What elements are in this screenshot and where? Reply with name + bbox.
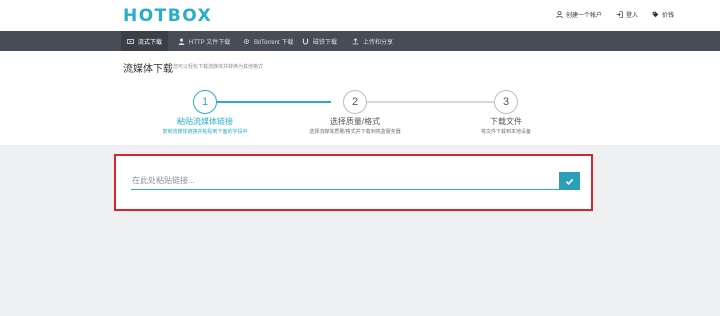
step-1-desc: 复制流媒体链接并粘贴到下面的字段中 bbox=[162, 129, 248, 135]
login-link[interactable]: 登入 bbox=[616, 10, 638, 19]
create-account-link[interactable]: 创建一个帐户 bbox=[556, 10, 602, 19]
hotbox-logo[interactable]: HOTBOX bbox=[123, 6, 212, 26]
site-header: HOTBOX 创建一个帐户 登入 价钱 bbox=[0, 0, 720, 31]
step-2-circle: 2 bbox=[343, 90, 367, 114]
user-icon bbox=[178, 38, 185, 45]
cog-icon bbox=[243, 38, 250, 44]
nav-upload-share[interactable]: 上传和分享 bbox=[346, 31, 399, 51]
stream-icon bbox=[127, 38, 134, 44]
step-3-desc: 将文件下载到本地设备 bbox=[480, 129, 531, 135]
login-label: 登入 bbox=[626, 13, 639, 19]
nav-http-download[interactable]: HTTP 文件下载 bbox=[172, 31, 236, 51]
nav-magnet-label: 磁铁下载 bbox=[313, 39, 338, 46]
step-connector-2 bbox=[367, 101, 494, 103]
steps-panel: 流媒体下载 您可以轻松下载流媒体并转换为其他格式 1 粘贴流媒体链接 复制流媒体… bbox=[0, 51, 720, 145]
pricing-link[interactable]: 价钱 bbox=[652, 10, 674, 19]
magnet-icon bbox=[302, 38, 309, 44]
step-2-desc: 选择流媒体质量/格式并下载到热盒服务器 bbox=[309, 129, 401, 135]
nav-upload-label: 上传和分享 bbox=[363, 39, 394, 46]
nav-http-label: HTTP 文件下载 bbox=[189, 39, 231, 46]
nav-bittorrent-label: BitTorrent 下载 bbox=[254, 39, 294, 46]
page-subtitle: 您可以轻松下载流媒体并转换为其他格式 bbox=[173, 64, 264, 70]
stream-url-input[interactable] bbox=[131, 172, 559, 190]
nav-stream-download[interactable]: 流式下载 bbox=[121, 31, 169, 51]
nav-bittorrent-download[interactable]: BitTorrent 下载 bbox=[237, 31, 299, 51]
price-tag-icon bbox=[652, 11, 659, 18]
step-2-label: 选择质量/格式 bbox=[329, 117, 381, 126]
step-1-number: 1 bbox=[201, 96, 209, 108]
step-connector-1 bbox=[217, 101, 331, 103]
step-1-label: 粘贴流媒体链接 bbox=[177, 117, 233, 126]
checkmark-icon bbox=[565, 178, 574, 185]
step-3-label: 下载文件 bbox=[490, 117, 522, 126]
page-title: 流媒体下载 bbox=[123, 64, 173, 75]
create-account-label: 创建一个帐户 bbox=[566, 13, 603, 19]
step-2-number: 2 bbox=[351, 96, 359, 108]
login-icon bbox=[616, 11, 623, 18]
main-nav: 流式下载 HTTP 文件下载 BitTorrent 下载 磁铁下载 上传和分享 bbox=[0, 31, 720, 51]
step-1-circle: 1 bbox=[193, 90, 217, 114]
user-icon bbox=[556, 11, 563, 18]
step-3-circle: 3 bbox=[494, 90, 518, 114]
nav-magnet-download[interactable]: 磁铁下载 bbox=[296, 31, 343, 51]
nav-stream-label: 流式下载 bbox=[138, 39, 163, 46]
upload-icon bbox=[352, 37, 359, 44]
pricing-label: 价钱 bbox=[662, 13, 675, 19]
step-3-number: 3 bbox=[502, 96, 510, 108]
submit-button[interactable] bbox=[559, 172, 580, 190]
